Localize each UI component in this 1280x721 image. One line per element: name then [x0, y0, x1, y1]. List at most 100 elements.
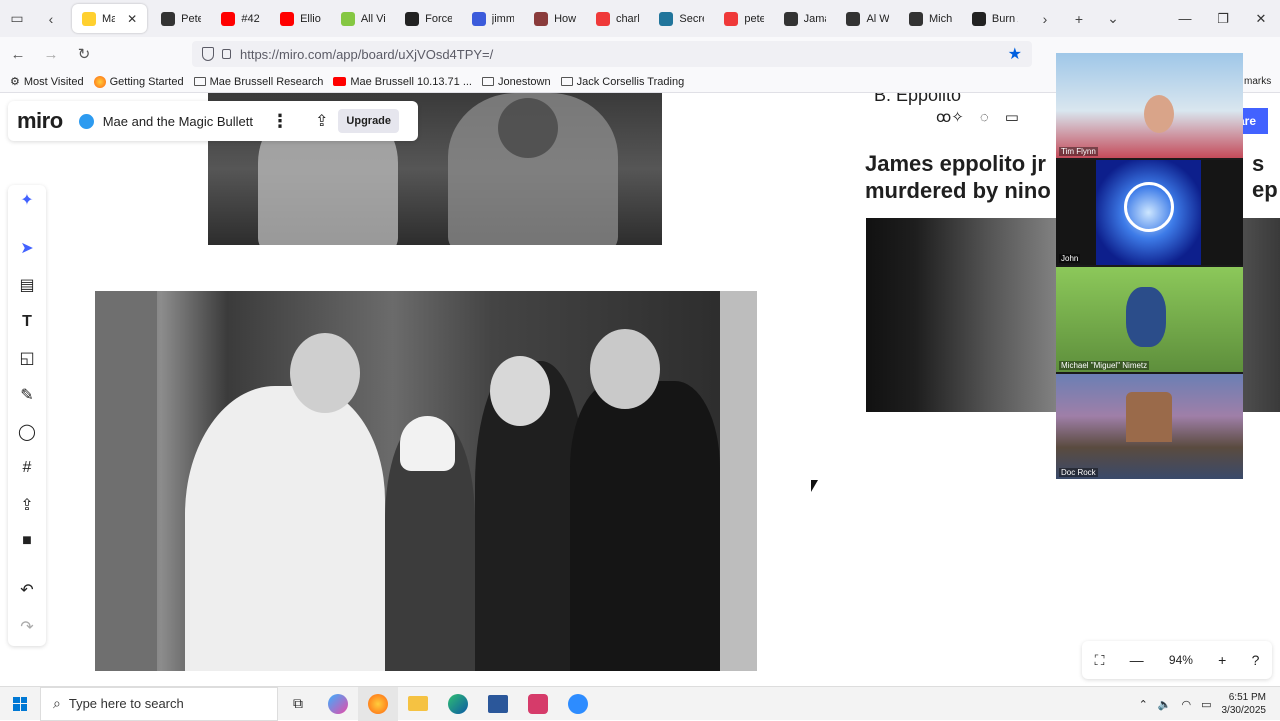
- text-tool-icon[interactable]: T: [8, 307, 46, 337]
- bookmark-item-1[interactable]: Getting Started: [93, 75, 184, 88]
- tab-title: Jamal: [803, 12, 827, 25]
- video-tile-2[interactable]: John: [1056, 160, 1243, 265]
- windows-start-icon[interactable]: [0, 687, 40, 721]
- zoom-out-icon[interactable]: —: [1130, 652, 1144, 668]
- address-bar[interactable]: https://miro.com/app/board/uXjVOsd4TPY=/…: [192, 41, 1032, 67]
- upload-icon[interactable]: ⇪: [8, 490, 46, 520]
- globe-icon[interactable]: [78, 113, 94, 129]
- close-window-icon[interactable]: ✕: [1242, 0, 1280, 37]
- miro-logo[interactable]: miro: [17, 108, 63, 134]
- browser-tab-bar: ▭ ‹ Mae ✕ Peter #427 Elliott All Vid Forces jim…: [0, 0, 1280, 37]
- reactions-icon[interactable]: ꝏ✧: [936, 108, 964, 126]
- restore-icon[interactable]: ❐: [1204, 0, 1242, 37]
- wikipedia-favicon-icon: [846, 11, 861, 26]
- minimize-icon[interactable]: —: [1166, 0, 1204, 37]
- task-view-icon[interactable]: ⧉: [278, 687, 318, 721]
- lock-icon[interactable]: [222, 49, 231, 59]
- tab-scroll-left-icon[interactable]: ‹: [34, 0, 68, 37]
- browser-tab-1[interactable]: Peter: [151, 4, 211, 33]
- forward-icon[interactable]: →: [36, 39, 66, 69]
- browser-tab-7[interactable]: How t: [524, 4, 586, 33]
- zoom-in-icon[interactable]: +: [1218, 652, 1226, 668]
- board-name[interactable]: Mae and the Magic Bullett: [103, 114, 253, 129]
- browser-tab-6[interactable]: jimmy: [462, 4, 524, 33]
- file-explorer-icon[interactable]: [398, 687, 438, 721]
- battery-icon[interactable]: ▭: [1201, 698, 1211, 711]
- tab-title: Al Wa: [866, 12, 889, 25]
- more-tools-icon[interactable]: ■: [8, 526, 46, 556]
- zoom-level[interactable]: 94%: [1169, 653, 1193, 667]
- canvas-heading-line1-tail[interactable]: s ep: [1252, 151, 1280, 203]
- show-hidden-icons-chevron-icon[interactable]: ⌃: [1139, 698, 1148, 711]
- reload-icon[interactable]: ↻: [69, 39, 99, 69]
- clock-time: 6:51 PM: [1228, 692, 1266, 703]
- bookmark-item-4[interactable]: Jonestown: [482, 76, 551, 88]
- edge-icon[interactable]: [438, 687, 478, 721]
- browser-tab-11[interactable]: Jamal: [774, 4, 837, 33]
- search-icon: ⌕: [53, 695, 61, 711]
- bookmark-star-icon[interactable]: ★: [1008, 44, 1022, 64]
- ai-sparkle-icon[interactable]: ✦: [8, 185, 46, 215]
- upgrade-button[interactable]: Upgrade: [338, 109, 400, 133]
- browser-tab-9[interactable]: Secret: [649, 4, 714, 33]
- taskbar-search-placeholder: Type here to search: [68, 696, 184, 711]
- back-icon[interactable]: ←: [3, 39, 33, 69]
- bookmark-item-2[interactable]: Mae Brussell Research: [193, 76, 323, 88]
- vivaldi-favicon-icon: [595, 11, 610, 26]
- browser-tab-8[interactable]: charle: [586, 4, 649, 33]
- select-cursor-icon[interactable]: ➤: [8, 233, 46, 263]
- video-tile-3[interactable]: Michael "Miguel" Nimetz: [1056, 267, 1243, 372]
- frame-icon[interactable]: #: [8, 453, 46, 483]
- redo-icon[interactable]: ↷: [8, 612, 46, 642]
- browser-tab-12[interactable]: Al Wa: [836, 4, 899, 33]
- help-icon[interactable]: ?: [1252, 652, 1260, 668]
- board-photo-main[interactable]: [95, 291, 757, 671]
- tab-list-icon[interactable]: ▭: [0, 0, 34, 37]
- bookmark-item-3[interactable]: Mae Brussell 10.13.71 ...: [333, 76, 472, 88]
- browser-tab-2[interactable]: #427: [211, 4, 270, 33]
- video-tile-1[interactable]: Tim Flynn: [1056, 53, 1243, 158]
- templates-icon[interactable]: ▤: [8, 270, 46, 300]
- bookmark-item-5[interactable]: Jack Corsellis Trading: [560, 76, 684, 88]
- browser-tab-14[interactable]: Burn A: [962, 4, 1028, 33]
- tab-overflow-chevron-icon[interactable]: ⌄: [1096, 0, 1130, 37]
- video-icon[interactable]: ▭: [1005, 108, 1019, 126]
- comments-icon[interactable]: ◌: [980, 109, 989, 126]
- canvas-heading-line1[interactable]: James eppolito jr: [865, 151, 1046, 177]
- bookmarks-overflow[interactable]: marks: [1244, 76, 1271, 87]
- wifi-icon[interactable]: ◠: [1181, 698, 1191, 711]
- browser-tab-5[interactable]: Forces: [395, 4, 462, 33]
- bookmark-label: Getting Started: [109, 75, 184, 88]
- fit-to-screen-icon[interactable]: ⛶: [1095, 652, 1105, 669]
- taskbar-clock[interactable]: 6:51 PM 3/30/2025: [1222, 691, 1267, 717]
- volume-icon[interactable]: 🔈: [1158, 698, 1172, 711]
- word-icon[interactable]: [478, 687, 518, 721]
- firefox-icon: [93, 75, 106, 88]
- close-tab-icon[interactable]: ✕: [127, 12, 137, 26]
- participant-name-3: Michael "Miguel" Nimetz: [1059, 361, 1150, 370]
- bookmark-item-0[interactable]: ⚙ Most Visited: [10, 75, 84, 89]
- undo-icon[interactable]: ↶: [8, 575, 46, 605]
- browser-tab-4[interactable]: All Vid: [331, 4, 395, 33]
- tracking-shield-icon[interactable]: [202, 47, 214, 61]
- board-menu-kebab-icon[interactable]: ⋮: [271, 111, 289, 132]
- firefox-taskbar-icon[interactable]: [358, 686, 398, 721]
- snipping-tool-icon[interactable]: [518, 687, 558, 721]
- browser-tab-10[interactable]: peter: [714, 4, 773, 33]
- copilot-icon[interactable]: [318, 687, 358, 721]
- canvas-heading-small[interactable]: B. Eppolito: [874, 93, 961, 106]
- shapes-icon[interactable]: ◱: [8, 343, 46, 373]
- new-tab-icon[interactable]: +: [1062, 0, 1096, 37]
- comment-tool-icon[interactable]: ◯: [8, 417, 46, 447]
- video-tile-4[interactable]: Doc Rock: [1056, 374, 1243, 479]
- canvas-heading-line2[interactable]: murdered by nino: [865, 178, 1051, 204]
- browser-tab-0[interactable]: Mae ✕: [72, 4, 148, 33]
- taskbar-search-input[interactable]: ⌕ Type here to search: [40, 686, 278, 721]
- zoom-icon[interactable]: [558, 687, 598, 721]
- browser-tab-3[interactable]: Elliott: [270, 4, 331, 33]
- tab-scroll-right-icon[interactable]: ›: [1028, 0, 1062, 37]
- pen-icon[interactable]: ✎: [8, 380, 46, 410]
- browser-tab-13[interactable]: Micha: [899, 4, 962, 33]
- export-upload-icon[interactable]: ⇪: [315, 111, 328, 131]
- mouse-cursor-icon: [811, 480, 818, 492]
